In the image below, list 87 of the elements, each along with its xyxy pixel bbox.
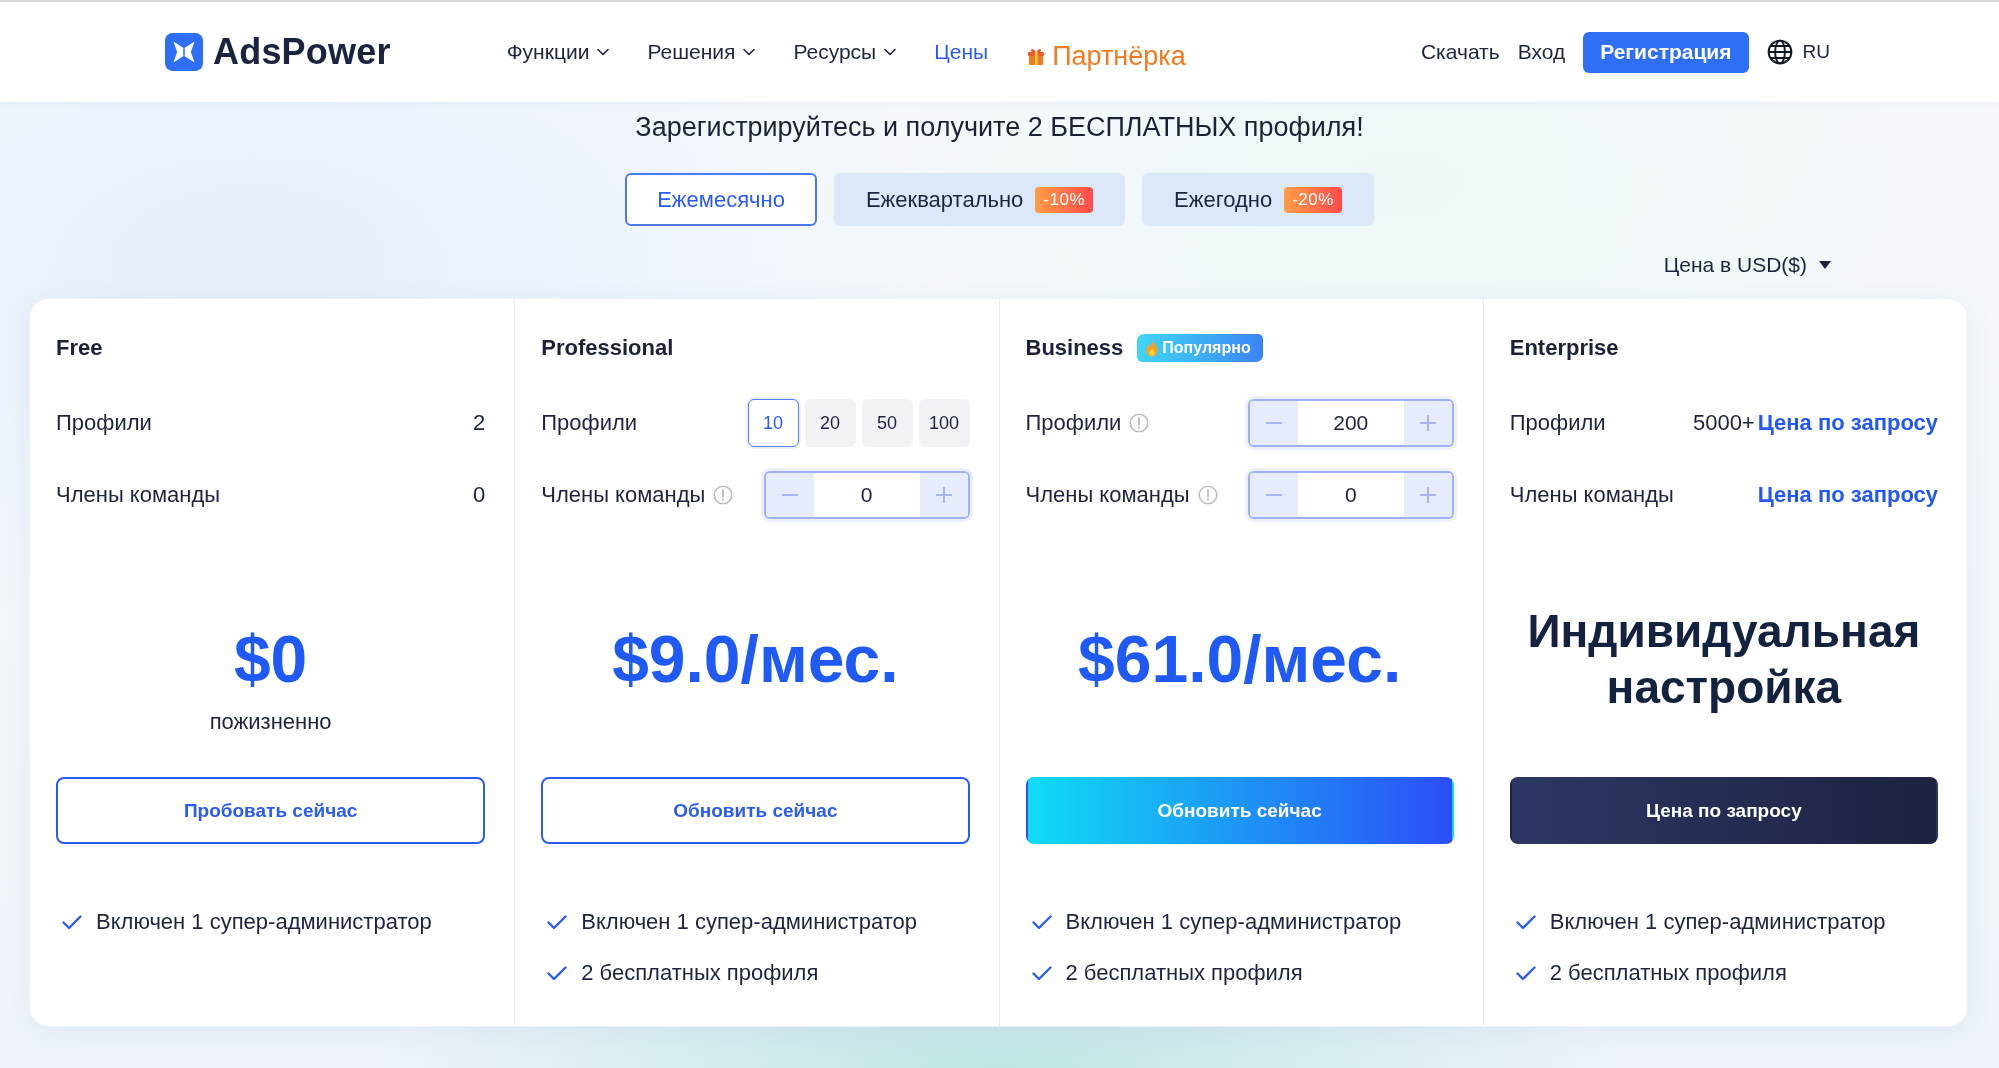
row-value: 0	[473, 482, 486, 508]
row-value: 2	[473, 410, 486, 436]
feature-text: Включен 1 супер-администратор	[1549, 909, 1886, 935]
row-label: Члены команды	[541, 482, 706, 508]
header-link[interactable]: Скачать	[1420, 40, 1500, 64]
quantity-option[interactable]: 20	[804, 399, 856, 447]
row-value: 5000+	[1692, 410, 1755, 436]
plan-action-button[interactable]: Цена по запросу	[1509, 777, 1938, 844]
caret-down-icon	[1819, 261, 1831, 269]
register-button[interactable]: Регистрация	[1583, 31, 1749, 73]
decrement-button[interactable]	[1249, 401, 1298, 445]
row-label: Профили	[56, 410, 152, 436]
row-label: Члены команды	[1025, 482, 1190, 508]
nav-menu-item[interactable]: Функции	[506, 40, 610, 64]
price-note: пожизненно	[209, 708, 332, 736]
plus-icon	[1419, 415, 1436, 431]
badge-text: Популярно	[1162, 339, 1251, 357]
plan-name: Business	[1025, 335, 1124, 361]
price-text: $0	[233, 621, 308, 698]
feature-text: 2 бесплатных профиля	[1065, 960, 1303, 986]
check-icon	[1031, 914, 1052, 930]
billing-period-tab[interactable]: Ежеквартально -10%	[833, 173, 1125, 226]
decrement-button[interactable]	[1249, 473, 1298, 517]
quantity-option[interactable]: 10	[747, 399, 799, 447]
info-icon[interactable]	[713, 485, 734, 505]
quantity-stepper[interactable]: 0	[763, 471, 970, 519]
info-icon[interactable]	[1129, 413, 1150, 433]
info-icon[interactable]	[1197, 485, 1218, 505]
price-request-link[interactable]: Цена по запросу	[1757, 482, 1938, 508]
language-button[interactable]: RU	[1766, 39, 1830, 65]
billing-period-tab[interactable]: Ежегодно -20%	[1142, 173, 1374, 226]
plan-action-button[interactable]: Обновить сейчас	[1025, 777, 1454, 844]
feature-text: 2 бесплатных профиля	[1549, 960, 1787, 986]
feature-text: Включен 1 супер-администратор	[581, 909, 917, 935]
globe-icon	[1766, 39, 1793, 65]
plan-name: Enterprise	[1509, 335, 1619, 361]
promo-headline: Зарегистрируйтесь и получите 2 БЕСПЛАТНЫХ профиля!	[634, 111, 1365, 144]
quantity-stepper[interactable]: 200	[1247, 399, 1454, 447]
plan-action-button[interactable]: Обновить сейчас	[541, 777, 970, 844]
feature-text: 2 бесплатных профиля	[581, 960, 819, 986]
check-icon	[1515, 914, 1536, 930]
quantity-option[interactable]: 100	[918, 399, 970, 447]
quantity-option[interactable]: 50	[861, 399, 913, 447]
chevron-down-icon	[884, 48, 897, 56]
currency-selector[interactable]: Цена в USD($)	[1663, 250, 1831, 280]
gift-icon	[1026, 46, 1047, 66]
plus-icon	[1419, 487, 1436, 503]
price-request-link[interactable]: Цена по запросу	[1757, 410, 1938, 436]
logo-icon	[165, 33, 203, 71]
plan-name: Free	[56, 335, 103, 361]
plan-name: Professional	[541, 335, 674, 361]
increment-button[interactable]	[1403, 401, 1452, 445]
decrement-button[interactable]	[765, 473, 814, 517]
chevron-down-icon	[597, 48, 610, 56]
row-label: Члены команды	[1509, 482, 1674, 508]
discount-badge: -20%	[1284, 186, 1342, 213]
price-text: $9.0/мес.	[612, 621, 899, 698]
plus-icon	[935, 487, 952, 503]
quantity-stepper[interactable]: 0	[1247, 471, 1454, 519]
increment-button[interactable]	[1403, 473, 1452, 517]
row-label: Профили	[1509, 410, 1606, 436]
flame-icon	[1145, 339, 1160, 357]
price-text: $61.0/мес.	[1078, 621, 1402, 698]
minus-icon	[1265, 422, 1282, 424]
nav-menu-item[interactable]: Решения	[647, 40, 756, 64]
header-link[interactable]: Вход	[1517, 40, 1566, 64]
custom-pricing-text: Индивидуальная настройка	[1526, 604, 1922, 715]
nav-menu-item[interactable]: Ресурсы	[793, 40, 897, 64]
check-icon	[547, 914, 568, 930]
row-label: Профили	[1025, 410, 1122, 436]
feature-text: Включен 1 супер-администратор	[1065, 909, 1402, 935]
check-icon	[62, 914, 82, 930]
row-label: Члены команды	[56, 482, 221, 508]
minus-icon	[781, 494, 798, 496]
logo-link[interactable]: AdsPower	[165, 31, 391, 73]
discount-badge: -10%	[1035, 186, 1093, 213]
check-icon	[1515, 965, 1536, 981]
feature-text: Включен 1 супер-администратор	[96, 909, 432, 935]
chevron-down-icon	[743, 48, 756, 56]
increment-button[interactable]	[919, 473, 968, 517]
plan-action-button[interactable]: Пробовать сейчас	[56, 777, 486, 844]
row-label: Профили	[541, 410, 638, 436]
check-icon	[1031, 965, 1052, 981]
nav-link[interactable]: Цены	[934, 40, 989, 64]
minus-icon	[1265, 494, 1282, 496]
billing-period-tab[interactable]: Ежемесячно	[625, 173, 817, 226]
check-icon	[547, 965, 568, 981]
